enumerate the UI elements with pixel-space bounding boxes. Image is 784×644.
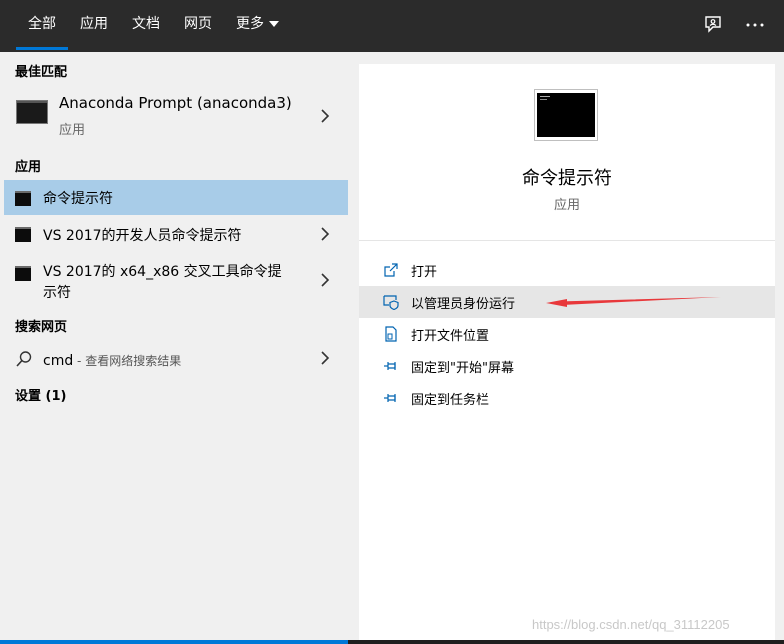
web-search-query: cmd <box>43 353 74 369</box>
preview-app-type: 应用 <box>553 198 580 213</box>
web-search-heading: 搜索网页 <box>15 320 68 335</box>
open-icon <box>384 263 398 277</box>
tab-apps[interactable]: 应用 <box>80 0 108 52</box>
pin-to-start-label: 固定到"开始"屏幕 <box>411 361 514 376</box>
bottom-border <box>0 640 784 644</box>
tab-web[interactable]: 网页 <box>184 0 212 52</box>
terminal-icon <box>16 100 48 124</box>
best-match-item[interactable]: Anaconda Prompt (anaconda3) 应用 <box>4 88 348 144</box>
divider <box>359 240 775 241</box>
results-pane: 最佳匹配 Anaconda Prompt (anaconda3) 应用 应用 命… <box>4 52 348 640</box>
pin-to-taskbar-label: 固定到任务栏 <box>411 393 490 408</box>
tab-apps-label: 应用 <box>80 16 108 32</box>
best-match-heading: 最佳匹配 <box>15 65 68 80</box>
apps-heading: 应用 <box>15 160 42 175</box>
app-item-label-line2: 示符 <box>43 285 71 301</box>
app-item-vs2017-cross-tools-prompt[interactable]: VS 2017的 x64_x86 交叉工具命令提 示符 <box>4 255 348 305</box>
annotation-arrow-icon <box>546 297 721 307</box>
chevron-right-icon[interactable] <box>320 272 330 288</box>
shield-icon <box>383 295 399 310</box>
open-action[interactable]: 打开 <box>359 254 775 286</box>
best-match-name: Anaconda Prompt (anaconda3) <box>59 94 292 112</box>
pin-icon <box>384 394 396 402</box>
file-location-icon <box>385 326 397 342</box>
feedback-icon[interactable] <box>702 14 724 36</box>
pin-to-start-action[interactable]: 固定到"开始"屏幕 <box>359 350 775 382</box>
command-prompt-large-icon <box>534 89 598 141</box>
tab-all-label: 全部 <box>28 16 56 32</box>
chevron-down-icon <box>269 21 279 27</box>
tab-more-label: 更多 <box>236 16 264 32</box>
terminal-icon <box>15 191 31 206</box>
settings-heading[interactable]: 设置 (1) <box>15 385 66 404</box>
search-icon <box>16 351 32 367</box>
open-label: 打开 <box>411 265 438 280</box>
pin-icon <box>384 362 396 370</box>
run-as-admin-label: 以管理员身份运行 <box>411 297 516 312</box>
open-file-location-label: 打开文件位置 <box>411 329 490 344</box>
open-file-location-action[interactable]: 打开文件位置 <box>359 318 775 350</box>
web-search-item[interactable]: cmd - 查看网络搜索结果 <box>4 342 348 376</box>
terminal-icon <box>15 227 31 242</box>
watermark: https://blog.csdn.net/qq_31112205 <box>532 617 730 632</box>
tab-documents[interactable]: 文档 <box>132 0 160 52</box>
pin-to-taskbar-action[interactable]: 固定到任务栏 <box>359 382 775 414</box>
search-filter-bar: 全部 应用 文档 网页 更多 <box>0 0 784 52</box>
app-item-label: VS 2017的开发人员命令提示符 <box>43 228 242 244</box>
tab-more[interactable]: 更多 <box>236 0 279 52</box>
chevron-right-icon[interactable] <box>320 350 330 366</box>
chevron-right-icon[interactable] <box>320 108 330 124</box>
chevron-right-icon[interactable] <box>320 226 330 242</box>
search-box-accent <box>0 640 348 644</box>
preview-pane: 命令提示符 应用 打开 以管理员身份运行 打开文件位置 固定到"开始"屏幕 固定… <box>359 64 775 640</box>
tab-all[interactable]: 全部 <box>16 0 68 52</box>
preview-app-name: 命令提示符 <box>522 168 612 189</box>
app-item-command-prompt[interactable]: 命令提示符 <box>4 180 348 215</box>
app-item-vs2017-dev-prompt[interactable]: VS 2017的开发人员命令提示符 <box>4 217 348 251</box>
more-options-icon[interactable] <box>744 14 766 36</box>
best-match-type: 应用 <box>59 123 86 138</box>
app-item-label-line1: VS 2017的 x64_x86 交叉工具命令提 <box>43 264 282 280</box>
tab-web-label: 网页 <box>184 16 212 32</box>
web-search-suffix: - 查看网络搜索结果 <box>73 354 182 368</box>
terminal-icon <box>15 266 31 281</box>
app-item-label: 命令提示符 <box>43 191 113 207</box>
tab-documents-label: 文档 <box>132 16 160 32</box>
